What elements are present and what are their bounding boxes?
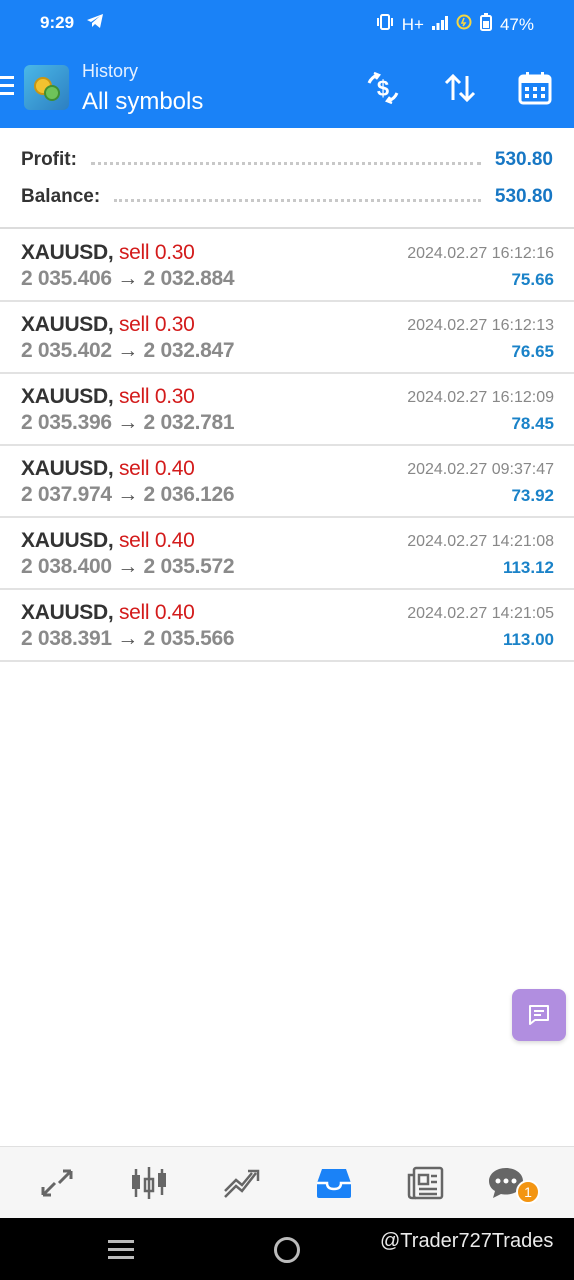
status-bar: 9:29 H+ 47% xyxy=(0,0,574,46)
deal-open-price: 2 035.406 xyxy=(21,267,112,290)
deal-symbol: XAUUSD, xyxy=(21,241,114,264)
page-subtitle: History xyxy=(82,61,139,81)
deal-time: 2024.02.27 14:21:08 xyxy=(407,533,554,550)
deal-time: 2024.02.27 16:12:09 xyxy=(407,389,554,406)
currency-swap-icon: $ xyxy=(367,71,399,105)
calendar-button[interactable] xyxy=(515,68,555,108)
deal-row[interactable]: XAUUSD, sell 0.30 2 035.396 → 2 032.781 … xyxy=(0,374,574,446)
balance-label: Balance: xyxy=(21,186,101,207)
currency-swap-button[interactable]: $ xyxy=(363,68,403,108)
arrow-right-icon: → xyxy=(117,555,138,578)
sort-button[interactable] xyxy=(440,68,480,108)
deal-open-price: 2 038.400 xyxy=(21,555,112,578)
status-icons: H+ 47% xyxy=(376,13,534,36)
deals-list: XAUUSD, sell 0.30 2 035.406 → 2 032.884 … xyxy=(0,230,574,662)
deal-open-price: 2 037.974 xyxy=(21,483,112,506)
deal-close-price: 2 032.781 xyxy=(143,411,235,434)
balance-value: 530.80 xyxy=(494,186,553,207)
nav-quotes[interactable] xyxy=(37,1163,77,1203)
trade-icon xyxy=(224,1169,260,1198)
deal-row[interactable]: XAUUSD, sell 0.40 2 038.400 → 2 035.572 … xyxy=(0,518,574,590)
profit-value: 530.80 xyxy=(494,149,553,170)
deal-symbol: XAUUSD, xyxy=(21,529,114,552)
nav-history[interactable] xyxy=(314,1163,354,1203)
battery-icon xyxy=(479,13,492,36)
deal-time: 2024.02.27 09:37:47 xyxy=(407,461,554,478)
deal-row[interactable]: XAUUSD, sell 0.40 2 037.974 → 2 036.126 … xyxy=(0,446,574,518)
deal-profit: 76.65 xyxy=(511,342,554,361)
calendar-icon xyxy=(518,72,552,105)
deal-close-price: 2 032.847 xyxy=(143,339,235,362)
deal-type: sell 0.30 xyxy=(118,313,195,336)
nav-chart[interactable] xyxy=(129,1163,169,1203)
app-logo xyxy=(24,65,69,110)
message-icon xyxy=(529,1005,549,1025)
network-type: H+ xyxy=(401,14,424,34)
deal-close-price: 2 032.884 xyxy=(143,267,235,290)
deal-type: sell 0.40 xyxy=(118,457,195,480)
deal-close-price: 2 036.126 xyxy=(143,483,235,506)
chat-fab-button[interactable] xyxy=(512,989,566,1041)
deal-close-price: 2 035.566 xyxy=(143,627,235,650)
signal-icon xyxy=(431,15,448,35)
deal-time: 2024.02.27 16:12:16 xyxy=(407,245,554,262)
app-bar: History All symbols $ xyxy=(0,46,574,128)
balance-row: Balance: 530.80 xyxy=(21,183,553,211)
chat-notification-badge: 1 xyxy=(516,1180,540,1204)
deal-type: sell 0.40 xyxy=(118,529,195,552)
deal-profit: 113.12 xyxy=(502,558,554,577)
arrow-right-icon: → xyxy=(117,627,138,650)
dotted-leader xyxy=(90,161,481,165)
dotted-leader xyxy=(114,198,481,202)
deal-row[interactable]: XAUUSD, sell 0.40 2 038.391 → 2 035.566 … xyxy=(0,590,574,662)
chart-icon xyxy=(132,1167,166,1199)
quotes-icon xyxy=(41,1169,73,1197)
deal-type: sell 0.30 xyxy=(118,385,195,408)
deal-profit: 73.92 xyxy=(511,486,554,505)
deal-time: 2024.02.27 14:21:05 xyxy=(407,605,554,622)
page-title[interactable]: All symbols xyxy=(82,88,203,116)
arrow-right-icon: → xyxy=(117,483,138,506)
summary-panel: Profit: 530.80 Balance: 530.80 xyxy=(0,130,574,229)
svg-text:$: $ xyxy=(377,76,389,101)
deal-profit: 113.00 xyxy=(502,630,554,649)
arrow-right-icon: → xyxy=(117,339,138,362)
profit-label: Profit: xyxy=(21,149,77,170)
recent-apps-icon[interactable] xyxy=(108,1240,134,1260)
deal-type: sell 0.40 xyxy=(118,601,195,624)
deal-symbol: XAUUSD, xyxy=(21,313,114,336)
history-icon xyxy=(317,1169,351,1198)
arrow-right-icon: → xyxy=(117,267,138,290)
deal-row[interactable]: XAUUSD, sell 0.30 2 035.402 → 2 032.847 … xyxy=(0,302,574,374)
deal-row[interactable]: XAUUSD, sell 0.30 2 035.406 → 2 032.884 … xyxy=(0,230,574,302)
deal-profit: 78.45 xyxy=(511,414,554,433)
deal-time: 2024.02.27 16:12:13 xyxy=(407,317,554,334)
deal-symbol: XAUUSD, xyxy=(21,601,114,624)
deal-profit: 75.66 xyxy=(511,270,554,289)
deal-open-price: 2 038.391 xyxy=(21,627,112,650)
nav-trade[interactable] xyxy=(221,1163,261,1203)
deal-symbol: XAUUSD, xyxy=(21,385,114,408)
news-icon xyxy=(407,1166,444,1200)
deal-type: sell 0.30 xyxy=(118,241,195,264)
deal-open-price: 2 035.396 xyxy=(21,411,112,434)
nav-news[interactable] xyxy=(406,1163,446,1203)
bottom-nav xyxy=(0,1146,574,1218)
status-time: 9:29 xyxy=(40,13,75,32)
arrow-right-icon: → xyxy=(117,411,138,434)
menu-icon[interactable] xyxy=(0,76,14,98)
telegram-icon xyxy=(86,13,104,34)
deal-close-price: 2 035.572 xyxy=(143,555,235,578)
data-saver-icon xyxy=(456,14,472,35)
watermark: @Trader727Trades xyxy=(380,1230,554,1252)
deal-open-price: 2 035.402 xyxy=(21,339,112,362)
battery-percent: 47% xyxy=(499,14,534,34)
vibrate-icon xyxy=(376,14,394,35)
profit-row: Profit: 530.80 xyxy=(21,146,553,174)
sort-icon xyxy=(444,73,476,103)
deal-symbol: XAUUSD, xyxy=(21,457,114,480)
home-icon[interactable] xyxy=(274,1237,300,1263)
